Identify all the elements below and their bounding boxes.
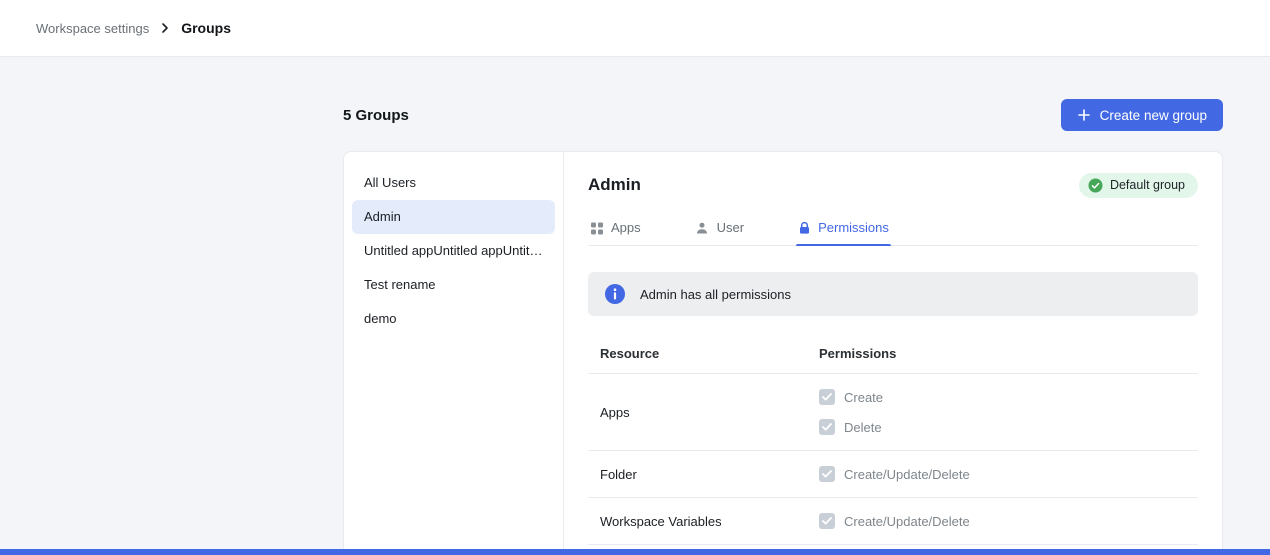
permission-label-delete: Delete bbox=[844, 420, 882, 435]
resource-name-apps: Apps bbox=[588, 374, 807, 450]
permissions-table-header-row: Resource Permissions bbox=[588, 334, 1198, 374]
permissions-info-banner: Admin has all permissions bbox=[588, 272, 1198, 316]
resource-column-header: Resource bbox=[588, 334, 807, 373]
breadcrumb: Workspace settings Groups bbox=[36, 20, 231, 36]
group-list-item-all-users[interactable]: All Users bbox=[352, 166, 555, 200]
create-new-group-label: Create new group bbox=[1100, 108, 1207, 123]
tab-permissions[interactable]: Permissions bbox=[796, 212, 891, 245]
permission-label-wv-cud: Create/Update/Delete bbox=[844, 514, 970, 529]
permission-label-folder-cud: Create/Update/Delete bbox=[844, 467, 970, 482]
permissions-cell-workspace-variables: Create/Update/Delete bbox=[807, 498, 1198, 544]
breadcrumb-workspace-settings[interactable]: Workspace settings bbox=[36, 21, 149, 36]
table-row-folder: Folder Create/Update/Delete bbox=[588, 451, 1198, 498]
tab-apps[interactable]: Apps bbox=[588, 212, 643, 245]
permissions-info-text: Admin has all permissions bbox=[640, 287, 791, 302]
groups-page: 5 Groups Create new group All Users Admi… bbox=[0, 57, 1270, 555]
default-group-badge: Default group bbox=[1079, 173, 1198, 198]
permissions-stack: Create/Update/Delete bbox=[807, 498, 1198, 544]
group-list-item-untitled-app[interactable]: Untitled appUntitled appUntitle… bbox=[352, 234, 555, 268]
groups-card: All Users Admin Untitled appUntitled app… bbox=[343, 151, 1223, 555]
resource-name-folder: Folder bbox=[588, 451, 807, 497]
tab-permissions-label: Permissions bbox=[818, 220, 889, 235]
tab-user[interactable]: User bbox=[693, 212, 746, 245]
permissions-table: Resource Permissions Apps Creat bbox=[588, 334, 1198, 545]
create-new-group-button[interactable]: Create new group bbox=[1061, 99, 1223, 131]
checkbox-folder-cud[interactable]: Create/Update/Delete bbox=[819, 466, 1186, 482]
tab-apps-label: Apps bbox=[611, 220, 641, 235]
group-list-item-admin[interactable]: Admin bbox=[352, 200, 555, 234]
default-group-badge-label: Default group bbox=[1110, 178, 1185, 192]
resource-name-workspace-variables: Workspace Variables bbox=[588, 498, 807, 544]
checkbox-apps-delete[interactable]: Delete bbox=[819, 419, 1186, 435]
group-detail-header: Admin Default group bbox=[588, 170, 1198, 200]
info-icon bbox=[604, 283, 626, 305]
checkbox-checked-icon bbox=[819, 513, 835, 529]
table-row-apps: Apps Create bbox=[588, 374, 1198, 451]
checkbox-checked-icon bbox=[819, 419, 835, 435]
checkbox-checked-icon bbox=[819, 389, 835, 405]
permissions-cell-folder: Create/Update/Delete bbox=[807, 451, 1198, 497]
plus-icon bbox=[1077, 108, 1091, 122]
breadcrumb-current-groups: Groups bbox=[181, 20, 231, 36]
chevron-right-icon bbox=[159, 22, 171, 34]
checkbox-workspace-variables-cud[interactable]: Create/Update/Delete bbox=[819, 513, 1186, 529]
permissions-column-header: Permissions bbox=[807, 334, 1198, 373]
checkbox-apps-create[interactable]: Create bbox=[819, 389, 1186, 405]
permissions-stack: Create/Update/Delete bbox=[807, 451, 1198, 497]
page-content: 5 Groups Create new group All Users Admi… bbox=[343, 57, 1223, 555]
check-circle-icon bbox=[1088, 178, 1103, 193]
table-row-workspace-variables: Workspace Variables Create/Update/Delete bbox=[588, 498, 1198, 545]
permission-label-create: Create bbox=[844, 390, 883, 405]
group-title: Admin bbox=[588, 175, 641, 195]
group-detail-panel: Admin Default group Apps bbox=[564, 152, 1222, 555]
permissions-cell-apps: Create Delete bbox=[807, 374, 1198, 450]
group-list: All Users Admin Untitled appUntitled app… bbox=[344, 152, 564, 555]
group-detail-tabs: Apps User Permissions bbox=[588, 212, 1198, 246]
groups-count-heading: 5 Groups bbox=[343, 107, 409, 124]
apps-grid-icon bbox=[590, 221, 604, 235]
group-list-item-demo[interactable]: demo bbox=[352, 302, 555, 336]
top-header: Workspace settings Groups bbox=[0, 0, 1270, 57]
page-head: 5 Groups Create new group bbox=[343, 57, 1223, 131]
group-list-item-test-rename[interactable]: Test rename bbox=[352, 268, 555, 302]
bottom-blue-strip bbox=[0, 549, 1270, 555]
permissions-stack: Create Delete bbox=[807, 374, 1198, 450]
user-icon bbox=[695, 221, 710, 235]
checkbox-checked-icon bbox=[819, 466, 835, 482]
tab-user-label: User bbox=[717, 220, 744, 235]
lock-icon bbox=[798, 221, 811, 235]
